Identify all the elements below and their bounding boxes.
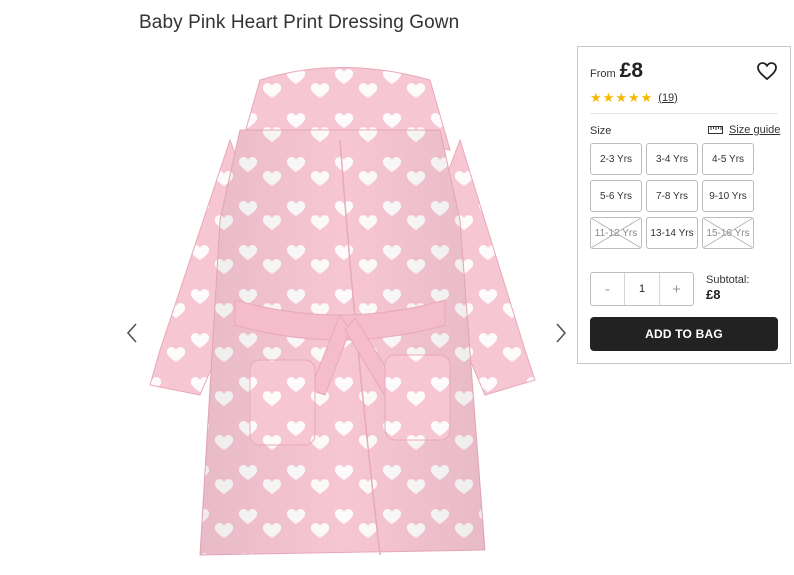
subtotal-label: Subtotal: [706,274,750,286]
star-icon: ★ [590,90,602,105]
quantity-input[interactable]: 1 [624,273,660,305]
heart-outline-icon[interactable] [756,61,778,81]
size-option[interactable]: 5-6 Yrs [590,180,642,212]
size-option-label: 3-4 Yrs [655,153,689,165]
chevron-right-icon[interactable] [551,320,571,346]
size-option[interactable]: 13-14 Yrs [646,217,698,249]
size-guide-link[interactable]: Size guide [708,124,780,136]
rating: ★ ★ ★ ★ ★ (19) [590,91,678,104]
quantity-increase-button[interactable]: + [660,273,693,305]
product-title: Baby Pink Heart Print Dressing Gown [139,12,460,33]
divider [590,113,778,114]
purchase-panel: From £8 ★ ★ ★ ★ ★ (19) Size Size guide 2… [577,46,791,364]
size-option-out-of-stock[interactable]: 15-16 Yrs [702,217,754,249]
size-options: 2-3 Yrs 3-4 Yrs 4-5 Yrs 5-6 Yrs 7-8 Yrs … [590,143,754,249]
size-option[interactable]: 3-4 Yrs [646,143,698,175]
star-rating: ★ ★ ★ ★ ★ [590,91,653,104]
star-icon: ★ [640,90,653,105]
chevron-left-icon[interactable] [122,320,142,346]
ruler-icon [708,126,723,134]
size-option-out-of-stock[interactable]: 11-12 Yrs [590,217,642,249]
product-image [149,67,536,556]
size-option[interactable]: 2-3 Yrs [590,143,642,175]
strikethrough-cross [703,218,753,248]
subtotal-value: £8 [706,287,721,302]
price: £8 [619,59,644,82]
size-label: Size [590,125,612,137]
size-option-label: 5-6 Yrs [599,190,633,202]
price-prefix: From [590,68,616,80]
size-option-label: 7-8 Yrs [655,190,689,202]
size-option-label: 4-5 Yrs [711,153,745,165]
size-option[interactable]: 7-8 Yrs [646,180,698,212]
quantity-stepper: - 1 + [590,272,694,306]
size-option[interactable]: 4-5 Yrs [702,143,754,175]
price-row: From £8 [590,59,643,83]
size-option[interactable]: 9-10 Yrs [702,180,754,212]
review-count-link[interactable]: (19) [658,92,678,104]
quantity-decrease-button[interactable]: - [591,273,624,305]
size-option-label: 13-14 Yrs [650,227,694,239]
add-to-bag-button[interactable]: ADD TO BAG [590,317,778,351]
size-option-label: 2-3 Yrs [599,153,633,165]
star-icon: ★ [627,90,640,105]
star-icon: ★ [615,90,627,105]
star-icon: ★ [602,90,615,105]
size-guide-label: Size guide [729,124,781,136]
strikethrough-cross [591,218,641,248]
size-option-label: 9-10 Yrs [709,190,747,202]
